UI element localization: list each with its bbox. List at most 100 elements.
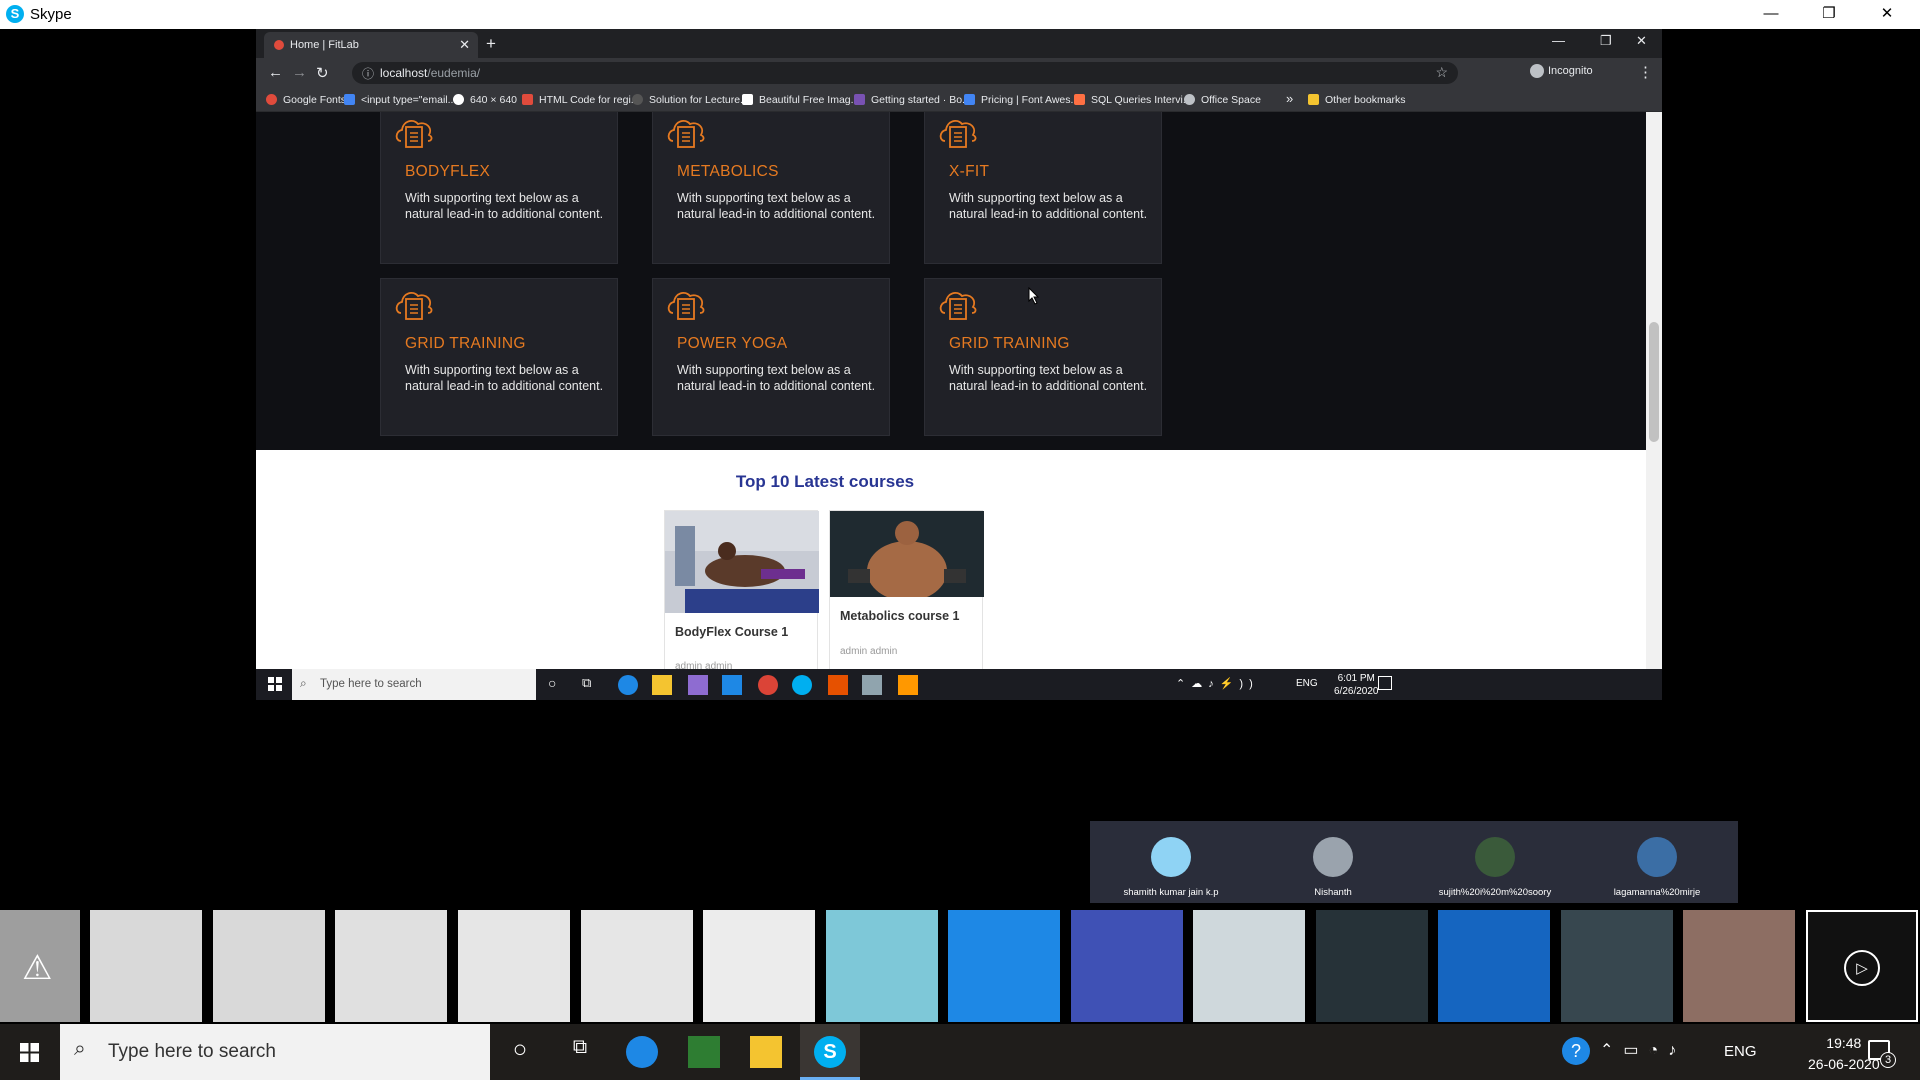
chrome-minimize-button[interactable]: — xyxy=(1552,33,1565,48)
program-card[interactable]: X-FIT With supporting text below as a na… xyxy=(924,112,1162,264)
address-bar[interactable]: ⓘ localhost/eudemia/ ☆ xyxy=(352,62,1458,84)
incognito-icon xyxy=(1530,64,1544,78)
close-button[interactable]: ✕ xyxy=(1864,0,1910,29)
reload-icon[interactable]: ↻ xyxy=(316,64,329,82)
mail-icon[interactable] xyxy=(722,675,742,695)
browser-tab-active[interactable]: Home | FitLab ✕ xyxy=(264,32,478,58)
avatar xyxy=(1637,837,1677,877)
window-thumbnail[interactable] xyxy=(458,910,570,1022)
edge-icon[interactable] xyxy=(626,1036,658,1068)
bookmark-item[interactable]: Getting started · Bo... xyxy=(854,94,971,106)
taskbar-search-box[interactable]: ⌕ Type here to search xyxy=(60,1024,490,1080)
forward-arrow-icon[interactable]: → xyxy=(292,64,307,81)
action-center-icon[interactable] xyxy=(1378,676,1392,690)
notepad-icon[interactable] xyxy=(862,675,882,695)
bookmark-item[interactable]: Solution for Lecture... xyxy=(632,94,749,106)
tab-favicon-icon xyxy=(274,40,284,50)
program-card[interactable]: POWER YOGA With supporting text below as… xyxy=(652,278,890,436)
thumbnail-warning[interactable]: ⚠ xyxy=(0,910,80,1022)
page-scrollbar[interactable] xyxy=(1646,112,1662,669)
system-tray-icons[interactable]: ⌃☁♪⚡)) xyxy=(1176,677,1259,690)
bookmark-item[interactable]: HTML Code for regi... xyxy=(522,94,640,106)
help-icon[interactable]: ? xyxy=(1562,1037,1590,1065)
participant-tile[interactable]: Nishanth xyxy=(1252,821,1414,903)
taskbar-clock[interactable]: 6:01 PM 6/26/2020 xyxy=(1334,672,1379,698)
file-explorer-icon[interactable] xyxy=(652,675,672,695)
chrome-menu-icon[interactable]: ⋮ xyxy=(1638,63,1653,81)
xampp-icon[interactable] xyxy=(828,675,848,695)
bookmark-item[interactable]: SQL Queries Intervi... xyxy=(1074,94,1192,106)
window-thumbnail[interactable] xyxy=(703,910,815,1022)
bookmark-item[interactable]: Google Fonts xyxy=(266,94,346,106)
store-icon[interactable] xyxy=(688,675,708,695)
bookmark-item[interactable]: Beautiful Free Imag... xyxy=(742,94,859,106)
cortana-icon[interactable]: ○ xyxy=(504,1036,536,1068)
window-thumbnail[interactable] xyxy=(948,910,1060,1022)
minimize-button[interactable]: — xyxy=(1748,0,1794,29)
program-card[interactable]: BODYFLEX With supporting text below as a… xyxy=(380,112,618,264)
other-bookmarks-folder[interactable]: Other bookmarks xyxy=(1308,94,1406,106)
site-info-icon[interactable]: ⓘ xyxy=(362,65,374,82)
cortana-icon[interactable]: ○ xyxy=(548,675,568,695)
bookmark-item[interactable]: Office Space xyxy=(1184,94,1261,106)
course-card[interactable]: BodyFlex Course 1 admin admin xyxy=(664,510,819,669)
bookmark-star-icon[interactable]: ☆ xyxy=(1435,64,1448,81)
task-view-icon[interactable]: ⧉ xyxy=(564,1036,596,1068)
bookmark-favicon-icon xyxy=(344,94,355,105)
participant-tile[interactable]: sujith%20i%20m%20soory xyxy=(1414,821,1576,903)
window-thumbnail[interactable] xyxy=(1683,910,1795,1022)
window-thumbnail[interactable] xyxy=(1071,910,1183,1022)
sublime-icon[interactable] xyxy=(898,675,918,695)
start-button[interactable] xyxy=(0,1024,60,1080)
edge-icon[interactable] xyxy=(618,675,638,695)
course-card[interactable]: Metabolics course 1 admin admin xyxy=(829,510,984,669)
play-icon[interactable]: ▷ xyxy=(1844,950,1880,986)
program-card[interactable]: METABOLICS With supporting text below as… xyxy=(652,112,890,264)
restore-button[interactable]: ❐ xyxy=(1806,0,1852,29)
task-view-icon[interactable]: ⧉ xyxy=(582,675,602,695)
store-icon[interactable] xyxy=(688,1036,720,1068)
window-thumbnail[interactable] xyxy=(335,910,447,1022)
window-thumbnail[interactable] xyxy=(826,910,938,1022)
back-arrow-icon[interactable]: ← xyxy=(268,64,283,81)
taskbar-search-box[interactable]: ⌕ Type here to search xyxy=(292,669,536,700)
file-explorer-icon[interactable] xyxy=(750,1036,782,1068)
participant-tile[interactable]: shamith kumar jain k.p xyxy=(1090,821,1252,903)
program-description: With supporting text below as a natural … xyxy=(949,191,1148,221)
window-thumbnail[interactable] xyxy=(1561,910,1673,1022)
tab-close-icon[interactable]: ✕ xyxy=(459,37,470,53)
bookmark-item[interactable]: 640 × 640 xyxy=(453,94,517,106)
system-tray-icons[interactable]: ⌃▭◔♪ xyxy=(1600,1040,1686,1060)
window-thumbnail[interactable] xyxy=(213,910,325,1022)
language-indicator[interactable]: ENG xyxy=(1296,678,1318,689)
bookmark-item[interactable]: Pricing | Font Awes... xyxy=(964,94,1079,106)
skype-taskbar-icon[interactable] xyxy=(792,675,812,695)
window-thumbnail[interactable] xyxy=(1438,910,1550,1022)
window-thumbnail-active[interactable]: ▷ xyxy=(1806,910,1918,1022)
bookmark-favicon-icon xyxy=(453,94,464,105)
windows-start-icon[interactable] xyxy=(268,677,282,691)
chrome-icon[interactable] xyxy=(758,675,778,695)
bookmark-item[interactable]: <input type="email... xyxy=(344,94,456,106)
scrollbar-thumb[interactable] xyxy=(1649,322,1659,442)
bookmarks-overflow-icon[interactable]: » xyxy=(1286,91,1293,106)
course-image-bodybuilder xyxy=(830,511,984,597)
window-thumbnail[interactable] xyxy=(581,910,693,1022)
language-indicator[interactable]: ENG xyxy=(1724,1043,1757,1060)
cloud-document-icon xyxy=(395,119,433,148)
window-thumbnail[interactable] xyxy=(1193,910,1305,1022)
skype-taskbar-button[interactable]: S xyxy=(800,1024,860,1080)
participant-tile[interactable]: lagamanna%20mirje xyxy=(1576,821,1738,903)
avatar xyxy=(1313,837,1353,877)
chrome-close-button[interactable]: ✕ xyxy=(1636,33,1647,49)
program-card[interactable]: GRID TRAINING With supporting text below… xyxy=(380,278,618,436)
window-thumbnail[interactable] xyxy=(1316,910,1428,1022)
program-description: With supporting text below as a natural … xyxy=(949,363,1148,393)
window-thumbnail[interactable] xyxy=(90,910,202,1022)
new-tab-button[interactable]: + xyxy=(486,34,496,54)
course-title[interactable]: Metabolics course 1 xyxy=(840,609,960,623)
program-card[interactable]: GRID TRAINING With supporting text below… xyxy=(924,278,1162,436)
incognito-indicator[interactable]: Incognito xyxy=(1530,64,1593,78)
course-title[interactable]: BodyFlex Course 1 xyxy=(675,625,788,639)
chrome-restore-button[interactable]: ❐ xyxy=(1600,33,1612,49)
